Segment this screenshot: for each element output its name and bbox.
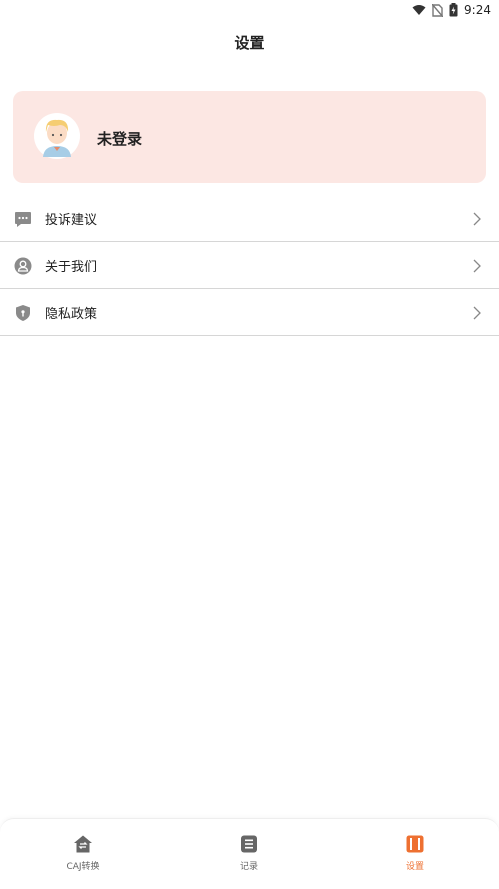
page-title: 设置 bbox=[234, 34, 265, 52]
profile-card[interactable]: 未登录 bbox=[13, 91, 486, 183]
tab-label: 设置 bbox=[405, 862, 424, 872]
tab-caj-convert[interactable]: CAJ转换 bbox=[0, 819, 166, 889]
chat-icon bbox=[15, 212, 31, 227]
shield-icon bbox=[16, 305, 30, 321]
avatar bbox=[34, 113, 80, 159]
chevron-right-icon bbox=[473, 306, 481, 320]
battery-charging-icon bbox=[449, 3, 458, 17]
chevron-right-icon bbox=[473, 212, 481, 226]
menu-item-label: 隐私政策 bbox=[45, 307, 98, 322]
tab-records[interactable]: 记录 bbox=[166, 819, 332, 889]
wifi-icon bbox=[412, 5, 426, 15]
chevron-right-icon bbox=[473, 259, 481, 273]
menu-item-label: 关于我们 bbox=[45, 260, 98, 275]
tab-label: 记录 bbox=[239, 862, 258, 872]
menu-item-privacy[interactable]: 隐私政策 bbox=[0, 290, 499, 336]
tab-label: CAJ转换 bbox=[66, 862, 100, 872]
status-time: 9:24 bbox=[464, 3, 491, 17]
record-icon bbox=[241, 835, 257, 853]
home-convert-icon bbox=[74, 835, 92, 853]
bottom-tab-bar: CAJ转换 记录 设置 bbox=[0, 818, 499, 889]
status-bar: 9:24 bbox=[0, 0, 499, 20]
menu-item-feedback[interactable]: 投诉建议 bbox=[0, 196, 499, 242]
login-status[interactable]: 未登录 bbox=[97, 128, 142, 149]
person-icon bbox=[14, 257, 32, 275]
menu-item-label: 投诉建议 bbox=[45, 213, 98, 228]
no-sim-icon bbox=[432, 3, 444, 17]
menu-item-about[interactable]: 关于我们 bbox=[0, 243, 499, 289]
tab-settings[interactable]: 设置 bbox=[332, 819, 498, 889]
settings-book-icon bbox=[406, 835, 424, 853]
